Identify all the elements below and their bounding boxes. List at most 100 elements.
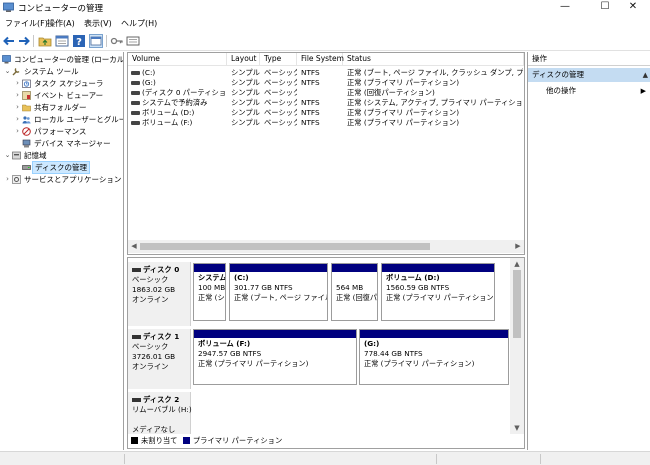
column-header-status[interactable]: Status bbox=[343, 53, 524, 66]
scroll-right-icon[interactable]: ▶ bbox=[512, 240, 524, 253]
partition-size: 564 MB bbox=[336, 283, 364, 292]
scrollbar-thumb[interactable] bbox=[140, 243, 430, 250]
cell-fs: NTFS bbox=[301, 78, 320, 87]
column-header-type[interactable]: Type bbox=[260, 53, 297, 66]
toolbar-separator bbox=[33, 35, 34, 47]
menu-action[interactable]: 操作(A) bbox=[47, 18, 75, 29]
scroll-up-icon[interactable]: ▲ bbox=[510, 258, 524, 270]
partition-name: システム bbox=[198, 273, 226, 282]
partition-status: 正常 (プライマリ パーティション) bbox=[364, 359, 475, 368]
menu-help[interactable]: ヘルプ(H) bbox=[121, 18, 157, 29]
svg-text:?: ? bbox=[76, 37, 82, 48]
partition-size: 2947.57 GB NTFS bbox=[198, 349, 262, 358]
partition-c[interactable]: (C:)301.77 GB NTFS正常 (ブート, ページ ファイル, ク bbox=[229, 263, 328, 321]
table-row[interactable]: (ディスク 0 パーティション 3) シンプルベーシック 正常 (回復パーティション… bbox=[128, 88, 524, 98]
actions-item-more[interactable]: 他の操作 ▶ bbox=[528, 85, 650, 97]
scroll-left-icon[interactable]: ◀ bbox=[128, 240, 140, 253]
volume-icon bbox=[131, 101, 140, 105]
shared-folder-icon bbox=[22, 104, 31, 112]
expander[interactable]: › bbox=[14, 90, 21, 101]
column-header-volume[interactable]: Volume bbox=[128, 53, 227, 66]
properties-icon[interactable] bbox=[55, 34, 69, 48]
expander[interactable]: › bbox=[14, 78, 21, 89]
partition-bar bbox=[194, 264, 225, 272]
help-icon[interactable]: ? bbox=[72, 34, 86, 48]
partition-name bbox=[336, 273, 377, 283]
horizontal-scrollbar[interactable]: ◀ ▶ bbox=[128, 240, 524, 253]
cell-layout: シンプル bbox=[231, 108, 260, 117]
console-icon[interactable] bbox=[89, 34, 103, 48]
cell-type: ベーシック bbox=[264, 98, 297, 107]
expander[interactable]: › bbox=[4, 174, 11, 185]
legend-swatch-primary bbox=[182, 437, 190, 444]
partition-f[interactable]: ボリューム (F:) 2947.57 GB NTFS 正常 (プライマリ パーティシ… bbox=[193, 329, 357, 385]
actions-section-disk-management[interactable]: ディスクの管理 ▲ bbox=[528, 68, 650, 82]
scroll-down-icon[interactable]: ▼ bbox=[510, 422, 524, 434]
column-header-layout[interactable]: Layout bbox=[227, 53, 260, 66]
partition-recovery[interactable]: 564 MB 正常 (回復パ bbox=[331, 263, 378, 321]
volume-icon bbox=[131, 91, 140, 95]
minimize-button[interactable]: — bbox=[548, 0, 582, 15]
cell-layout: シンプル bbox=[231, 78, 260, 87]
expander[interactable]: ⌄ bbox=[4, 66, 11, 77]
expander[interactable]: › bbox=[14, 126, 21, 137]
back-icon[interactable] bbox=[2, 34, 16, 48]
key-icon[interactable] bbox=[110, 34, 124, 48]
volume-icon bbox=[131, 121, 140, 125]
expander[interactable]: › bbox=[14, 114, 21, 125]
submenu-arrow-icon: ▶ bbox=[640, 87, 646, 95]
vertical-scrollbar[interactable]: ▲ ▼ bbox=[510, 258, 524, 434]
tree-item-label: 共有フォルダー bbox=[34, 103, 87, 112]
cell-type: ベーシック bbox=[264, 68, 297, 77]
disk-name: ディスク 2 bbox=[143, 395, 180, 404]
disk-size: 3726.01 GB bbox=[132, 352, 176, 361]
legend: 未割り当て プライマリ パーティション bbox=[131, 436, 282, 446]
close-button[interactable]: ✕ bbox=[616, 0, 650, 15]
volume-icon bbox=[131, 81, 140, 85]
disk-state: オンライン bbox=[132, 295, 169, 304]
cell-status: 正常 (プライマリ パーティション) bbox=[347, 108, 460, 117]
table-row[interactable]: ボリューム (F:) シンプル ベーシック NTFS 正常 (プライマリ パーティション… bbox=[128, 118, 524, 128]
partition-size: 301.77 GB NTFS bbox=[234, 283, 293, 292]
expander[interactable]: ⌄ bbox=[4, 150, 11, 161]
forward-icon[interactable] bbox=[17, 34, 31, 48]
disk-kind: リムーバブル (H:) bbox=[132, 405, 192, 414]
status-divider bbox=[540, 454, 541, 464]
cell-type: ベーシック bbox=[264, 88, 297, 97]
disk-2-info[interactable]: ディスク 2 リムーバブル (H:) メディアなし bbox=[128, 392, 192, 434]
actions-header: 操作 bbox=[528, 52, 650, 66]
menu-file[interactable]: ファイル(F) bbox=[5, 18, 48, 29]
menu-view[interactable]: 表示(V) bbox=[84, 18, 112, 29]
scrollbar-thumb[interactable] bbox=[513, 270, 521, 338]
partition-name: ボリューム (F:) bbox=[198, 339, 251, 348]
performance-icon bbox=[22, 127, 31, 136]
cell-status: 正常 (ブート, ページ ファイル, クラッシュ ダンプ, プライマリ パ bbox=[347, 68, 523, 77]
disk-state: メディアなし bbox=[132, 425, 176, 434]
tree-item-label: 記憶域 bbox=[24, 151, 47, 160]
cell-status: 正常 (プライマリ パーティション) bbox=[347, 78, 460, 87]
partition-status: 正常 (プライマリ パーティション) bbox=[198, 359, 309, 368]
table-row[interactable]: (C:) シンプル ベーシック NTFS 正常 (ブート, ページ ファイル, クラッシ… bbox=[128, 68, 524, 78]
disk-management-icon bbox=[22, 165, 31, 170]
partition-g[interactable]: (G:) 778.44 GB NTFS 正常 (プライマリ パーティション) bbox=[359, 329, 509, 385]
folder-up-icon[interactable] bbox=[38, 34, 52, 48]
table-row[interactable]: ボリューム (D:) シンプル ベーシック NTFS 正常 (プライマリ パーティション… bbox=[128, 108, 524, 118]
partition-size: 100 MB bbox=[198, 283, 226, 292]
cell-fs: NTFS bbox=[301, 108, 320, 117]
view-icon[interactable] bbox=[126, 34, 140, 48]
partition-status: 正常 (回復パ bbox=[336, 293, 378, 302]
column-header-file-system[interactable]: File System bbox=[297, 53, 344, 66]
partition-d[interactable]: ボリューム (D:) 1560.59 GB NTFS 正常 (プライマリ パーティシ… bbox=[381, 263, 495, 321]
disk-1-info[interactable]: ディスク 1 ベーシック 3726.01 GB オンライン bbox=[128, 329, 191, 389]
cell-status: 正常 (システム, アクティブ, プライマリ パーティション) bbox=[347, 98, 523, 107]
table-row[interactable]: (G:) シンプル ベーシック NTFS 正常 (プライマリ パーティション) bbox=[128, 78, 524, 88]
partition-system-reserved[interactable]: システム 100 MB 正常 (シ bbox=[193, 263, 226, 321]
collapse-icon[interactable]: ▲ bbox=[643, 68, 648, 82]
legend-swatch-unallocated bbox=[131, 437, 138, 444]
disk-0-info[interactable]: ディスク 0 ベーシック 1863.02 GB オンライン bbox=[128, 262, 191, 326]
disk-name: ディスク 1 bbox=[143, 332, 180, 341]
partition-name: ボリューム (D:) bbox=[386, 273, 440, 282]
expander[interactable]: › bbox=[14, 102, 21, 113]
device-manager-icon bbox=[22, 139, 31, 148]
table-row[interactable]: システムで予約済み シンプル ベーシック NTFS 正常 (システム, アクティブ, プ… bbox=[128, 98, 524, 108]
